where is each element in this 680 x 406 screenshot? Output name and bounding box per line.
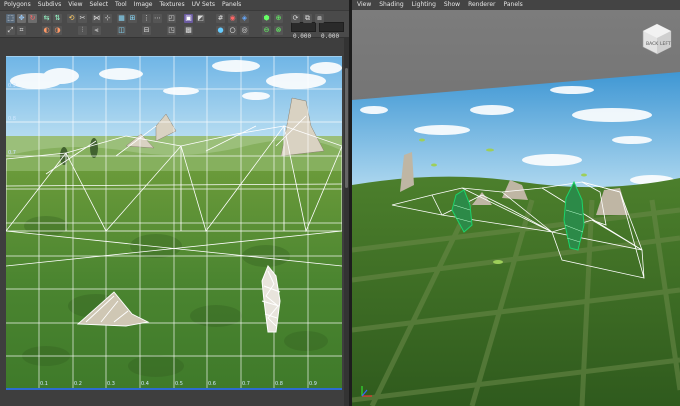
uv-move-icon[interactable]: ✥ [17,14,26,23]
shaded-uv-icon[interactable]: ◈ [240,14,249,23]
uv-lattice-icon[interactable]: ⌗ [17,26,26,35]
menu-lighting[interactable]: Lighting [412,0,436,10]
layout-uv-icon[interactable]: ▦ [117,14,126,23]
menu-textures[interactable]: Textures [160,0,185,10]
add-isolate-icon[interactable]: ⊕ [274,14,283,23]
viewcube-icon: BACK LEFT [642,23,672,55]
perspective-viewport[interactable]: BACK LEFT [352,10,680,406]
menu-image[interactable]: Image [134,0,153,10]
perspective-panel: View Shading Lighting Show Renderer Pane… [352,0,680,406]
rotate-uv-icon[interactable]: ⟲ [67,14,76,23]
relax-uv-icon[interactable]: ◳ [167,26,176,35]
flip-u-icon[interactable]: ⇆ [42,14,51,23]
pixel-snap-icon[interactable]: ◉ [228,14,237,23]
v-tick-label: 0.7 [8,150,16,156]
refresh-uv-icon[interactable]: ⟳ [291,14,300,23]
viewcube-back-label: BACK [646,41,659,47]
flip-v-icon[interactable]: ⇅ [53,14,62,23]
uv-texture-editor-panel: Polygons Subdivs View Select Tool Image … [0,0,350,406]
grid-uv-icon[interactable]: ⊞ [128,14,137,23]
checker-icon[interactable]: ▩ [184,26,193,35]
menu-view[interactable]: View [68,0,82,10]
straighten-uv-icon[interactable]: ⊟ [142,26,151,35]
u-tick-label: 0.1 [40,381,48,387]
toggle-isolate-icon[interactable]: ⊗ [274,26,283,35]
uv-editor-menubar: Polygons Subdivs View Select Tool Image … [0,0,350,10]
u-tick-label: 0.8 [275,381,283,387]
axis-gizmo-icon [361,386,372,397]
v-coordinate-input[interactable] [320,32,343,41]
menu-select[interactable]: Select [90,0,109,10]
u-tick-label: 0.6 [208,381,216,387]
menu-panels[interactable]: Panels [503,0,522,10]
move-sew-icon[interactable]: ⊹ [103,14,112,23]
scrollbar-thumb[interactable] [345,68,348,188]
viewcube-widget[interactable]: BACK LEFT [640,22,674,56]
menu-tool[interactable]: Tool [115,0,127,10]
uv-scale-icon[interactable]: ⤢ [6,26,15,35]
normalize-uv-icon[interactable]: ◫ [117,26,126,35]
u-axis-line [6,388,342,390]
u-tick-label: 0.4 [141,381,149,387]
alpha-channel-icon[interactable]: ○ [228,26,237,35]
cut-uv-icon[interactable]: ✂ [78,14,87,23]
split-uv-icon[interactable]: ⫶ [78,26,87,35]
viewcube-left-label: LEFT [660,41,671,47]
mirror-u-icon[interactable]: ◐ [42,26,51,35]
u-tick-label: 0.7 [242,381,250,387]
color-channel-icon[interactable]: ● [216,26,225,35]
uv-distortion-icon[interactable]: ◎ [240,26,249,35]
menu-uv-sets[interactable]: UV Sets [192,0,215,10]
u-tick-label: 0.3 [107,381,115,387]
u-coordinate-field[interactable] [291,22,316,41]
display-grid-icon[interactable]: # [216,14,225,23]
uv-editor-viewport[interactable]: 0.9 0.8 0.7 0.1 0.2 0.3 0.4 0.5 0.6 0.7 … [6,56,342,390]
u-tick-label: 0.9 [309,381,317,387]
uv-texture-image [6,56,342,390]
dim-image-icon[interactable]: ◩ [196,14,205,23]
merge-uv-icon[interactable]: ⫷ [92,26,101,35]
menu-subdivs[interactable]: Subdivs [38,0,62,10]
scene-render [352,10,680,406]
remove-isolate-icon[interactable]: ⊖ [262,26,271,35]
unfold-uv-icon[interactable]: ◰ [167,14,176,23]
u-tick-label: 0.5 [175,381,183,387]
v-tick-label: 0.9 [8,83,16,89]
menu-view[interactable]: View [357,0,371,10]
maya-uv-and-perspective-workspace: Polygons Subdivs View Select Tool Image … [0,0,680,406]
sew-uv-icon[interactable]: ⋈ [92,14,101,23]
menu-shading[interactable]: Shading [379,0,403,10]
u-tick-label: 0.2 [74,381,82,387]
isolate-select-icon[interactable]: ⬢ [262,14,271,23]
paste-uv-icon[interactable]: ⧈ [315,14,324,23]
v-coordinate-field[interactable] [319,22,344,41]
texture-image-icon[interactable]: ▣ [184,14,193,23]
mirror-v-icon[interactable]: ◑ [53,26,62,35]
uv-editor-toolbar: ⬚ ✥ ↻ ⇆ ⇅ ⟲ ✂ ⋈ ⊹ ▦ ⊞ ⋮ ⋯ ◰ ▣ ◩ # ◉ ◈ ⬢ … [0,10,350,41]
menu-polygons[interactable]: Polygons [4,0,31,10]
snap-uv-icon[interactable]: ⋮ [142,14,151,23]
menu-panels[interactable]: Panels [222,0,241,10]
v-tick-label: 0.8 [8,116,16,122]
align-uv-icon[interactable]: ⋯ [153,14,162,23]
u-coordinate-input[interactable] [292,32,315,41]
menu-show[interactable]: Show [444,0,460,10]
viewport-menubar: View Shading Lighting Show Renderer Pane… [352,0,680,10]
menu-renderer[interactable]: Renderer [468,0,495,10]
uv-select-icon[interactable]: ⬚ [6,14,15,23]
copy-uv-icon[interactable]: ⧉ [303,14,312,23]
uv-rotate-icon[interactable]: ↻ [28,14,37,23]
